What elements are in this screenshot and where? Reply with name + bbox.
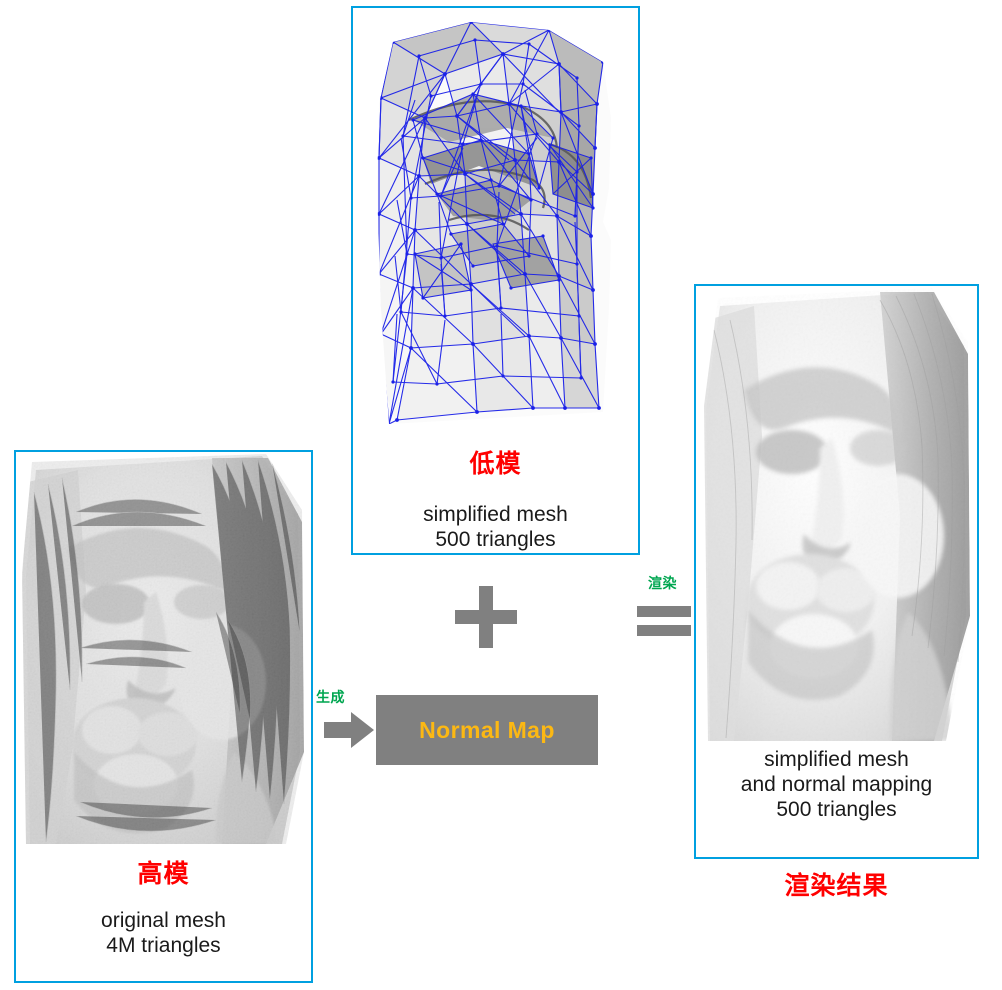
low-poly-wireframe-svg — [377, 22, 611, 424]
normal-map-box: Normal Map — [376, 695, 598, 765]
generate-annotation: 生成 — [316, 689, 345, 705]
equals-icon — [637, 606, 691, 636]
high-poly-render-svg — [22, 454, 304, 844]
plus-icon — [455, 586, 517, 648]
equals-top-bar — [637, 606, 691, 617]
high-poly-mesh-image — [16, 452, 311, 844]
low-poly-mesh-image — [353, 8, 638, 438]
render-annotation: 渲染 — [648, 575, 677, 591]
low-poly-caption: simplified mesh 500 triangles — [423, 503, 568, 551]
render-result-panel: simplified mesh and normal mapping 500 t… — [694, 284, 979, 859]
high-poly-panel: 高模 original mesh 4M triangles — [14, 450, 313, 983]
equals-bottom-bar — [637, 625, 691, 636]
render-result-svg — [704, 288, 970, 741]
plus-vertical-bar — [479, 586, 493, 648]
render-result-image — [696, 286, 977, 741]
arrow-right-glyph — [324, 712, 374, 748]
render-result-caption: simplified mesh and normal mapping 500 t… — [740, 748, 933, 821]
low-poly-cn-label: 低模 — [469, 450, 522, 478]
normal-map-label: Normal Map — [419, 716, 555, 743]
render-result-cn-label: 渲染结果 — [784, 872, 889, 900]
arrow-right-icon — [324, 712, 374, 748]
high-poly-caption: original mesh 4M triangles — [101, 909, 226, 957]
low-poly-panel: 低模 simplified mesh 500 triangles — [351, 6, 640, 555]
high-poly-cn-label: 高模 — [137, 860, 190, 888]
